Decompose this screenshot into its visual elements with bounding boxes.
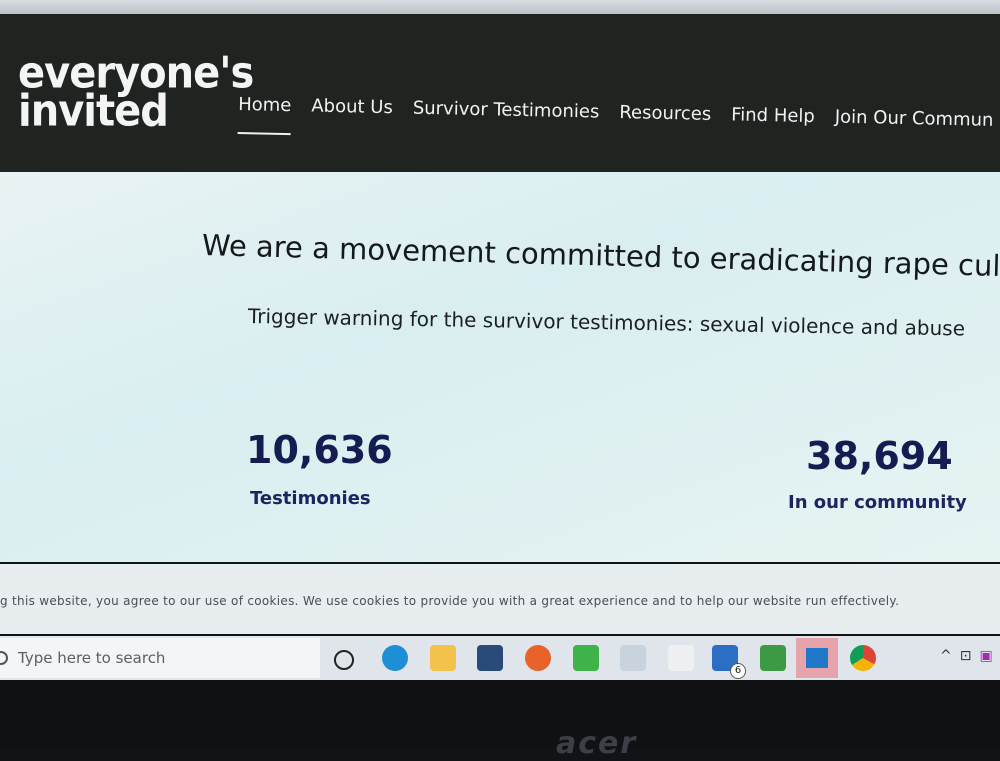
blank-app-icon[interactable]: [668, 645, 694, 671]
store-icon[interactable]: [477, 645, 503, 671]
notes-app-icon[interactable]: [760, 645, 786, 671]
firefox-icon[interactable]: [525, 645, 551, 671]
file-explorer-icon[interactable]: [430, 645, 456, 671]
cookie-text: g this website, you agree to our use of …: [0, 594, 900, 608]
taskbar-search[interactable]: [0, 638, 320, 678]
edge-icon[interactable]: [382, 645, 408, 671]
nav-resources[interactable]: Resources: [619, 102, 711, 144]
laptop-brand-logo: acer: [556, 726, 638, 761]
chrome-icon[interactable]: [850, 645, 876, 671]
community-count: 38,694: [806, 434, 953, 478]
site-logo[interactable]: everyone's invited: [18, 51, 254, 137]
system-tray: ^ ⊡ ▣: [940, 648, 993, 664]
photos-icon[interactable]: [796, 638, 838, 678]
mail-icon[interactable]: 6: [712, 645, 746, 679]
testimonies-count: 10,636: [246, 428, 393, 472]
meet-now-icon[interactable]: ⊡: [960, 648, 972, 664]
nav-join-community[interactable]: Join Our Commun: [834, 107, 994, 150]
task-view-icon[interactable]: [334, 650, 354, 670]
nav-survivor-testimonies[interactable]: Survivor Testimonies: [412, 98, 600, 142]
main-nav: Home About Us Survivor Testimonies Resou…: [237, 94, 994, 150]
green-app-icon[interactable]: [573, 645, 599, 671]
chevron-up-icon[interactable]: ^: [940, 648, 952, 664]
doc-app-icon[interactable]: [620, 645, 646, 671]
nav-find-help[interactable]: Find Help: [731, 104, 815, 146]
photos-glyph: [806, 648, 828, 668]
tray-app-icon[interactable]: ▣: [979, 648, 992, 664]
testimonies-label: Testimonies: [250, 488, 371, 509]
search-input[interactable]: [16, 648, 280, 668]
laptop-bezel: [0, 680, 1000, 750]
site-header: everyone's invited Home About Us Survivo…: [0, 14, 1000, 182]
community-label: In our community: [788, 492, 967, 513]
nav-home[interactable]: Home: [237, 94, 292, 136]
mail-badge: 6: [730, 663, 746, 679]
search-icon: [0, 651, 8, 665]
nav-about-us[interactable]: About Us: [311, 96, 393, 138]
logo-line-2: invited: [18, 85, 169, 137]
cookie-banner: g this website, you agree to our use of …: [0, 564, 1000, 634]
windows-taskbar: 6 ^ ⊡ ▣: [0, 636, 1000, 680]
